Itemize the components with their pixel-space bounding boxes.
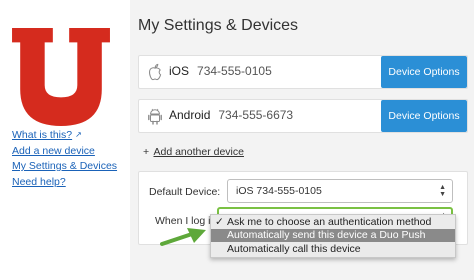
updown-arrows-icon: ▲▼ [439, 184, 446, 198]
menu-item-duo-push[interactable]: Automatically send this device a Duo Pus… [211, 229, 455, 242]
add-another-device-link[interactable]: Add another device [153, 146, 243, 158]
add-new-device-link[interactable]: Add a new device [12, 144, 117, 160]
external-link-icon: ↗ [75, 130, 82, 139]
plus-icon: + [143, 146, 150, 158]
device-row-android: Android 734-555-6673 Device Options [138, 99, 468, 133]
green-arrow-icon [160, 228, 206, 246]
device-name: Android 734-555-6673 [169, 108, 294, 122]
default-device-select[interactable]: iOS 734-555-0105 ▲ ▼ [227, 179, 453, 203]
menu-item-ask-method[interactable]: ✓ Ask me to choose an authentication met… [211, 216, 455, 229]
device-phone-number: 734-555-6673 [218, 108, 294, 122]
device-name: iOS 734-555-0105 [169, 64, 272, 78]
checkmark-icon: ✓ [215, 216, 224, 228]
menu-item-call-device[interactable]: Automatically call this device [211, 243, 455, 256]
my-settings-devices-link[interactable]: My Settings & Devices [12, 159, 117, 175]
university-logo [12, 28, 110, 126]
what-is-this-link[interactable]: What is this? ↗ [12, 127, 117, 144]
device-options-button-ios[interactable]: Device Options [381, 56, 467, 88]
add-another-device: + Add another device [143, 146, 244, 158]
default-device-label: Default Device: [149, 186, 221, 198]
left-column: What is this? ↗ Add a new device My Setti… [0, 0, 130, 280]
login-method-dropdown: ✓ Ask me to choose an authentication met… [210, 214, 456, 258]
device-options-button-android[interactable]: Device Options [381, 100, 467, 132]
default-device-value: iOS 734-555-0105 [236, 185, 322, 197]
page-title: My Settings & Devices [138, 17, 299, 34]
apple-icon [149, 63, 162, 81]
need-help-link[interactable]: Need help? [12, 175, 117, 191]
android-icon [148, 108, 162, 125]
sidebar-links: What is this? ↗ Add a new device My Setti… [12, 127, 117, 190]
device-phone-number: 734-555-0105 [197, 64, 272, 78]
device-row-ios: iOS 734-555-0105 Device Options [138, 55, 468, 89]
